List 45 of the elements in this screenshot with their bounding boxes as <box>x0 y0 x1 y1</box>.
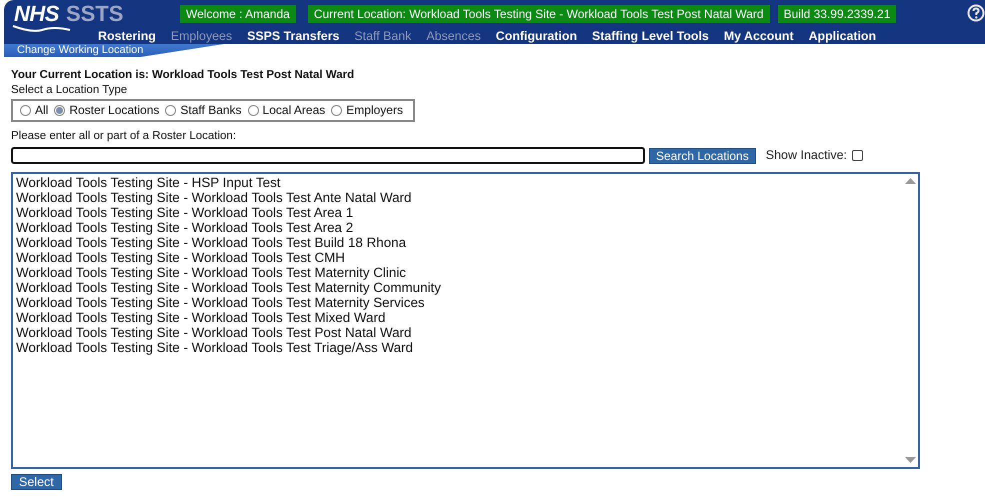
current-location-heading: Your Current Location is: Workload Tools Test Post Natal Ward <box>11 69 356 83</box>
logo-text: SSTS <box>66 3 124 25</box>
scroll-down-icon[interactable] <box>904 457 916 463</box>
location-option[interactable]: Workload Tools Testing Site - Workload Tools Test Area 2 <box>16 220 902 235</box>
radio-button[interactable] <box>165 104 176 116</box>
location-option[interactable]: Workload Tools Testing Site - Workload Tools Test CMH <box>16 250 902 265</box>
radio-button[interactable] <box>20 104 31 116</box>
scroll-up-icon[interactable] <box>904 178 916 184</box>
help-icon[interactable] <box>967 4 985 22</box>
location-option[interactable]: Workload Tools Testing Site - Workload Tools Test Post Natal Ward <box>16 325 902 340</box>
radio-option[interactable]: All <box>20 103 48 117</box>
location-option[interactable]: Workload Tools Testing Site - HSP Input Test <box>16 175 902 190</box>
build-label: Build 33.99.2339.21 <box>778 5 896 23</box>
radio-option[interactable]: Roster Locations <box>54 103 160 117</box>
radio-option[interactable]: Staff Banks <box>165 103 242 117</box>
breadcrumb-text[interactable]: Change Working Location <box>17 44 144 57</box>
select-button[interactable]: Select <box>11 474 62 490</box>
welcome-label: Welcome : Amanda <box>180 5 296 23</box>
location-option[interactable]: Workload Tools Testing Site - Workload Tools Test Mixed Ward <box>16 310 902 325</box>
show-inactive-label: Show Inactive: <box>766 148 848 162</box>
radio-button[interactable] <box>248 104 259 116</box>
location-option[interactable]: Workload Tools Testing Site - Workload Tools Test Maternity Services <box>16 295 902 310</box>
location-option[interactable]: Workload Tools Testing Site - Workload Tools Test Build 18 Rhona <box>16 235 902 250</box>
search-button[interactable]: Search Locations <box>649 148 756 164</box>
menu-item[interactable]: Staffing Level Tools <box>592 28 709 42</box>
location-option[interactable]: Workload Tools Testing Site - Workload Tools Test Area 1 <box>16 205 902 220</box>
location-type-label: Select a Location Type <box>11 84 128 98</box>
search-field[interactable] <box>11 146 645 164</box>
search-label: Please enter all or part of a Roster Location: <box>11 130 238 144</box>
radio-button[interactable] <box>331 104 342 116</box>
swoosh-icon <box>12 24 72 34</box>
menu-item[interactable]: SSPS Transfers <box>247 28 340 42</box>
menu-item[interactable]: Configuration <box>496 28 578 42</box>
location-option[interactable]: Workload Tools Testing Site - Workload Tools Test Maternity Community <box>16 280 902 295</box>
radio-option[interactable]: Local Areas <box>248 103 326 117</box>
location-option[interactable]: Workload Tools Testing Site - Workload Tools Test Ante Natal Ward <box>16 190 902 205</box>
menu-item[interactable]: Application <box>808 28 876 42</box>
menu-item[interactable]: My Account <box>724 28 794 42</box>
location-option[interactable]: Workload Tools Testing Site - Workload Tools Test Maternity Clinic <box>16 265 902 280</box>
logo-text: NHS <box>14 3 59 25</box>
location-option[interactable]: Workload Tools Testing Site - Workload Tools Test Triage/Ass Ward <box>16 340 902 355</box>
current-location-label: Current Location: Workload Tools Testing Site - Workload Tools Test Post Natal Ward <box>308 5 770 23</box>
menu-item[interactable]: Rostering <box>98 28 156 42</box>
radio-button[interactable] <box>54 104 66 116</box>
radio-option[interactable]: Employers <box>331 103 403 117</box>
